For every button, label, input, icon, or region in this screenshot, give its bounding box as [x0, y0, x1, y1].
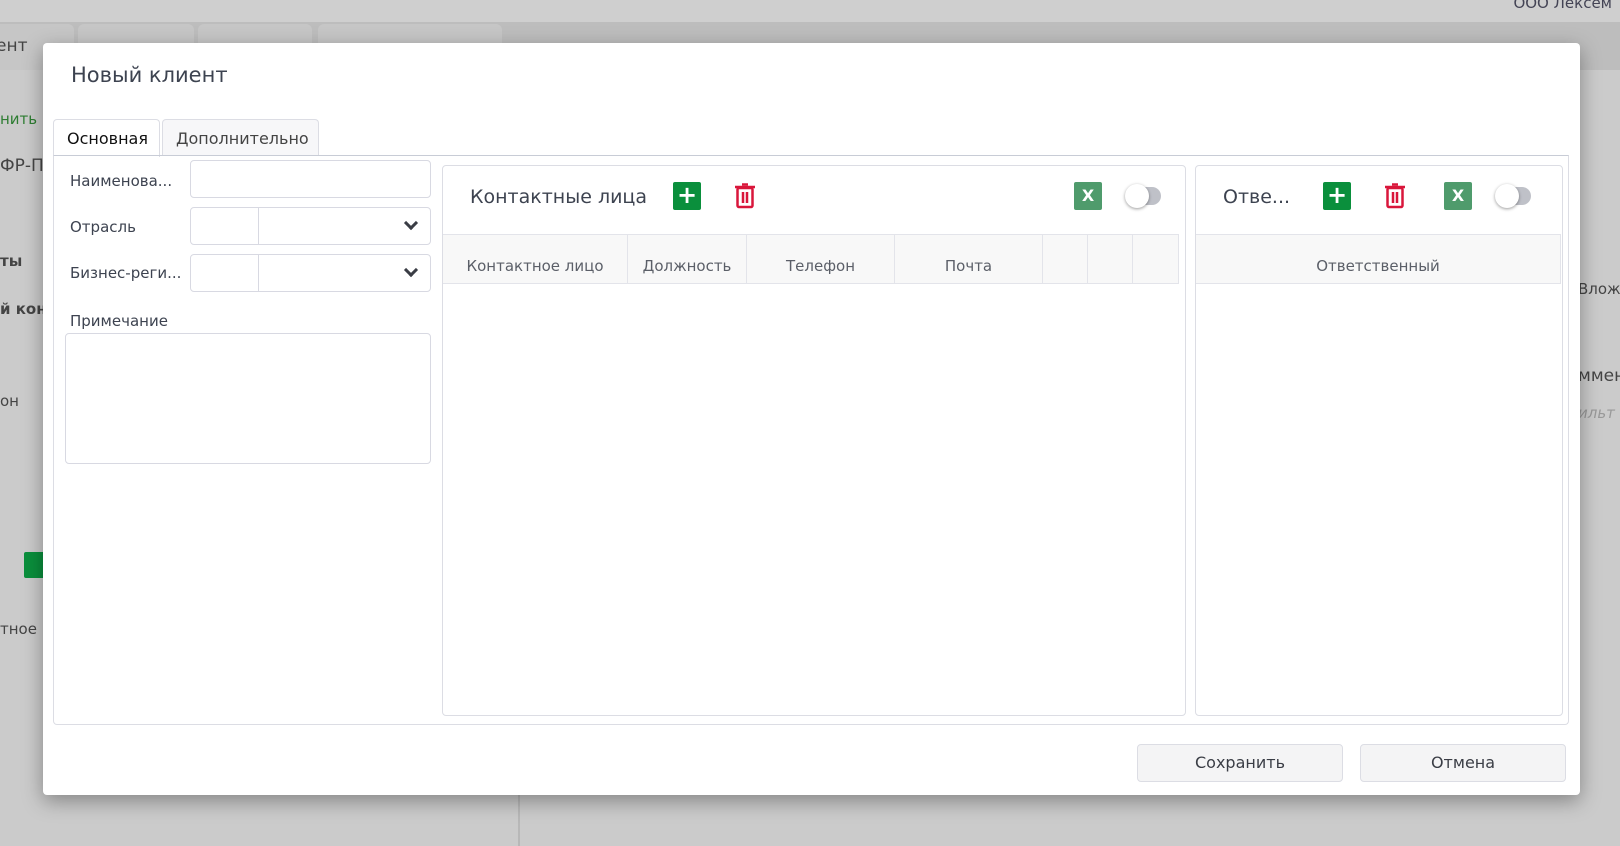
note-label: Примечание: [70, 312, 168, 330]
responsible-title: Отве...: [1223, 186, 1291, 208]
trash-icon: [735, 183, 755, 209]
contacts-card: Контактные лица + X Контактное лицо Долж…: [442, 165, 1186, 716]
app-top-bar: [0, 0, 1620, 22]
add-contact-button[interactable]: +: [673, 182, 701, 210]
industry-label: Отрасль: [70, 218, 136, 236]
chevron-down-icon: [403, 215, 419, 231]
save-button[interactable]: Сохранить: [1137, 744, 1343, 782]
note-textarea[interactable]: [65, 333, 431, 464]
chevron-down-icon: [403, 262, 419, 278]
column-header[interactable]: Ответственный: [1196, 235, 1561, 284]
name-input[interactable]: [190, 160, 431, 198]
column-header[interactable]: Контактное лицо: [443, 235, 628, 284]
column-header[interactable]: [1043, 235, 1088, 284]
trash-icon: [1385, 183, 1405, 209]
contacts-toggle[interactable]: [1125, 184, 1161, 208]
plus-icon: +: [1326, 181, 1348, 209]
industry-select[interactable]: [190, 207, 431, 245]
contacts-title: Контактные лица: [470, 186, 648, 208]
new-client-dialog: Новый клиент Основная Дополнительно Наим…: [43, 43, 1580, 795]
region-select[interactable]: [190, 254, 431, 292]
responsible-card: Отве... + X Ответственный: [1195, 165, 1563, 716]
column-header[interactable]: Телефон: [747, 235, 895, 284]
bg-text: ммен: [1578, 366, 1620, 386]
plus-icon: +: [676, 181, 698, 209]
bg-divider: [518, 795, 520, 846]
responsible-toggle[interactable]: [1495, 184, 1531, 208]
column-header[interactable]: Почта: [895, 235, 1043, 284]
export-excel-button[interactable]: X: [1444, 182, 1472, 210]
column-header[interactable]: [1133, 235, 1179, 284]
bg-text: он: [0, 392, 19, 410]
export-excel-button[interactable]: X: [1074, 182, 1102, 210]
region-label: Бизнес-реги...: [70, 264, 182, 282]
delete-responsible-button[interactable]: [1384, 183, 1406, 209]
column-header[interactable]: [1088, 235, 1133, 284]
add-responsible-button[interactable]: +: [1323, 182, 1351, 210]
dialog-title: Новый клиент: [71, 63, 228, 87]
cancel-button[interactable]: Отмена: [1360, 744, 1566, 782]
bg-text: тное .: [0, 620, 47, 638]
app-tab-label: ент: [0, 36, 28, 56]
bg-text: ты: [0, 252, 23, 270]
tab-main[interactable]: Основная: [53, 119, 160, 157]
column-header[interactable]: Должность: [628, 235, 747, 284]
user-name[interactable]: ООО Лексем: [1513, 0, 1612, 12]
bg-text: нить: [0, 110, 38, 128]
responsible-table-header: Ответственный: [1196, 234, 1561, 284]
contacts-table-header: Контактное лицо Должность Телефон Почта: [443, 234, 1179, 284]
name-label: Наименова...: [70, 172, 173, 190]
bg-text: Вложе: [1578, 280, 1620, 298]
tab-additional[interactable]: Дополнительно: [162, 119, 319, 156]
bg-text: ильт: [1578, 404, 1615, 422]
tab-panel: Наименова... Отрасль Бизнес-реги... Прим…: [53, 155, 1569, 725]
delete-contact-button[interactable]: [734, 183, 756, 209]
